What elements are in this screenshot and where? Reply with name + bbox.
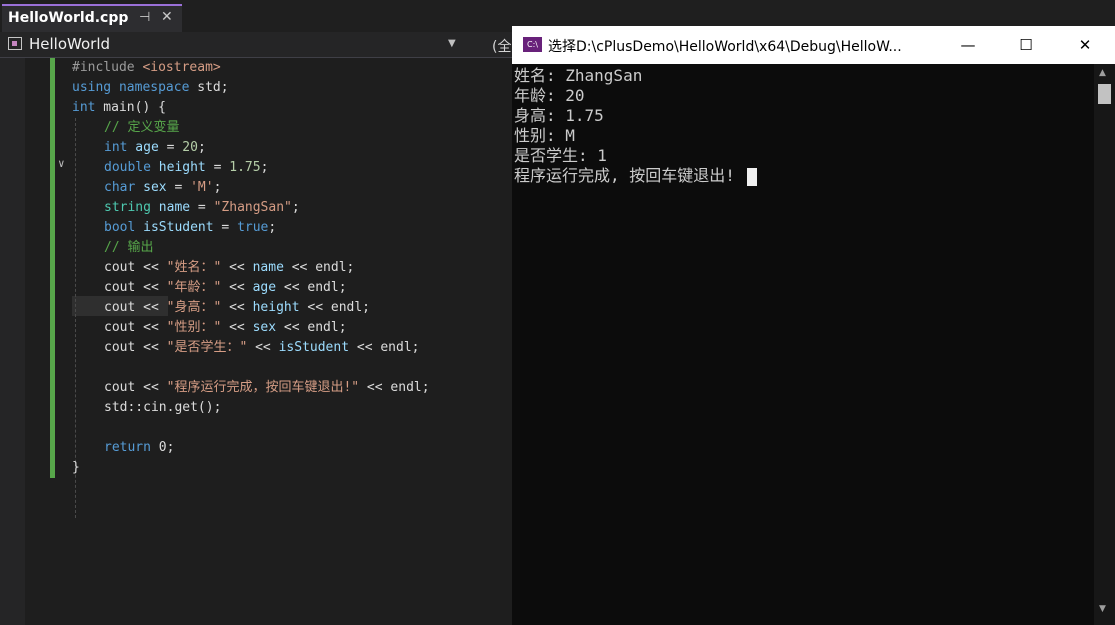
console-line-4: 性别: M <box>514 126 575 145</box>
code-line-12: cout << "年龄：" << age << endl; <box>104 280 347 295</box>
tab-helloworld-cpp[interactable]: HelloWorld.cpp ⊣ ✕ <box>2 4 182 32</box>
minimize-button[interactable]: — <box>945 32 991 58</box>
code-line-18: std::cin.get(); <box>104 400 222 415</box>
scroll-up-icon[interactable]: ▲ <box>1099 68 1106 78</box>
console-title-bar[interactable]: C:\ 选择D:\cPlusDemo\HelloWorld\x64\Debug\… <box>512 26 1115 64</box>
console-scrollbar[interactable]: ▲ ▼ <box>1094 64 1115 625</box>
console-line-6: 程序运行完成, 按回车键退出! <box>514 166 735 185</box>
code-line-4: // 定义变量 <box>104 120 180 135</box>
code-line-7: char sex = 'M'; <box>104 180 222 195</box>
code-line-6: double height = 1.75; <box>104 160 269 175</box>
console-window[interactable]: C:\ 选择D:\cPlusDemo\HelloWorld\x64\Debug\… <box>512 26 1115 625</box>
code-line-13: cout << "身高：" << height << endl; <box>104 300 371 315</box>
code-line-2: using namespace std; <box>72 80 229 95</box>
console-output[interactable]: 姓名: ZhangSan 年龄: 20 身高: 1.75 性别: M 是否学生:… <box>514 66 1092 621</box>
scroll-thumb[interactable] <box>1098 84 1111 104</box>
console-title: 选择D:\cPlusDemo\HelloWorld\x64\Debug\Hell… <box>548 39 902 55</box>
close-window-button[interactable]: ✕ <box>1062 32 1108 58</box>
text-cursor <box>746 167 757 186</box>
code-line-17: cout << "程序运行完成，按回车键退出!" << endl; <box>104 380 430 395</box>
console-line-6-row: 程序运行完成, 按回车键退出! <box>514 166 1092 186</box>
console-line-5: 是否学生: 1 <box>514 146 607 165</box>
maximize-button[interactable]: ☐ <box>1003 32 1049 58</box>
code-editor[interactable]: ∨ #include <iostream> using namespace st… <box>0 58 512 625</box>
chevron-down-icon[interactable]: ▼ <box>448 38 456 49</box>
console-app-icon: C:\ <box>523 37 542 52</box>
console-line-3: 身高: 1.75 <box>514 106 604 125</box>
code-line-3: int main() { <box>72 100 166 115</box>
code-line-5: int age = 20; <box>104 140 206 155</box>
code-line-21: } <box>72 460 80 475</box>
code-line-9: bool isStudent = true; <box>104 220 277 235</box>
code-line-15: cout << "是否学生：" << isStudent << endl; <box>104 340 420 355</box>
code-line-11: cout << "姓名：" << name << endl; <box>104 260 355 275</box>
scope-dropdown[interactable]: (全 <box>492 36 511 56</box>
close-tab-icon[interactable]: ✕ <box>161 9 173 25</box>
project-dropdown[interactable]: HelloWorld <box>29 35 110 53</box>
code-line-20: return 0; <box>104 440 175 455</box>
collapse-icon[interactable]: ∨ <box>58 157 65 170</box>
code-line-8: string name = "ZhangSan"; <box>104 200 300 215</box>
code-line-14: cout << "性别：" << sex << endl; <box>104 320 347 335</box>
scroll-down-icon[interactable]: ▼ <box>1099 604 1106 614</box>
console-line-1: 姓名: ZhangSan <box>514 66 643 85</box>
tab-title: HelloWorld.cpp <box>8 10 129 26</box>
console-line-2: 年龄: 20 <box>514 86 585 105</box>
code-line-10: // 输出 <box>104 240 154 255</box>
pin-icon[interactable]: ⊣ <box>139 10 150 25</box>
project-icon <box>8 37 22 50</box>
code-line-1: #include <iostream> <box>72 60 221 75</box>
